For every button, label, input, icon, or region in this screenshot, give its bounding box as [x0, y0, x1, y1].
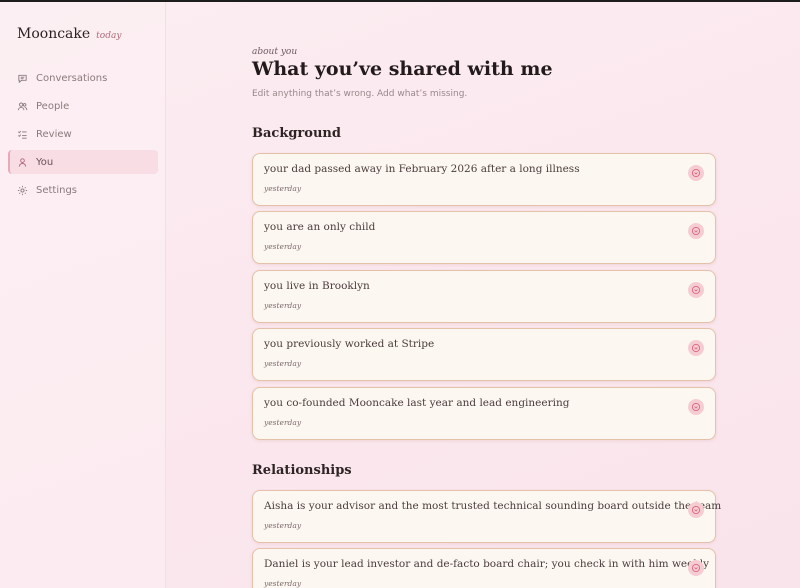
- fact-timestamp: yesterday: [264, 521, 302, 530]
- sidebar-item-label: Settings: [36, 184, 78, 196]
- fact-card[interactable]: you previously worked at Stripe yesterda…: [252, 328, 716, 381]
- fact-text: you are an only child: [264, 221, 376, 233]
- fact-card[interactable]: Daniel is your lead investor and de-fact…: [252, 548, 716, 588]
- brand-name: Mooncake: [17, 26, 91, 42]
- gear-icon: [17, 185, 28, 196]
- remove-icon: [691, 343, 701, 353]
- fact-card[interactable]: Aisha is your advisor and the most trust…: [252, 490, 721, 543]
- sidebar-item-review[interactable]: Review: [8, 122, 158, 146]
- sidebar-item-label: People: [36, 100, 70, 112]
- delete-button[interactable]: [688, 223, 704, 239]
- delete-button[interactable]: [688, 165, 704, 181]
- fact-text: you co-founded Mooncake last year and le…: [264, 397, 570, 409]
- fact-timestamp: yesterday: [264, 418, 302, 427]
- fact-timestamp: yesterday: [264, 184, 302, 193]
- checklist-icon: [17, 129, 28, 140]
- remove-icon: [691, 505, 701, 515]
- fact-timestamp: yesterday: [264, 301, 302, 310]
- sidebar-item-label: Conversations: [36, 72, 108, 84]
- person-icon: [17, 157, 28, 168]
- fact-card[interactable]: you co-founded Mooncake last year and le…: [252, 387, 716, 440]
- page-title: What you’ve shared with me: [252, 58, 553, 80]
- fact-timestamp: yesterday: [264, 359, 302, 368]
- fact-text: you live in Brooklyn: [264, 280, 370, 292]
- sidebar: Mooncake today Conversations People Revi…: [0, 2, 166, 588]
- delete-button[interactable]: [688, 282, 704, 298]
- fact-card[interactable]: your dad passed away in February 2026 af…: [252, 153, 716, 206]
- remove-icon: [691, 402, 701, 412]
- sidebar-item-settings[interactable]: Settings: [8, 178, 158, 202]
- delete-button[interactable]: [688, 340, 704, 356]
- fact-card[interactable]: you are an only child yesterday: [252, 211, 716, 264]
- remove-icon: [691, 285, 701, 295]
- delete-button[interactable]: [688, 399, 704, 415]
- remove-icon: [691, 168, 701, 178]
- chat-icon: [17, 73, 28, 84]
- section-title-relationships: Relationships: [252, 463, 352, 478]
- delete-button[interactable]: [688, 560, 704, 576]
- brand-tag: today: [96, 31, 122, 41]
- people-icon: [17, 101, 28, 112]
- delete-button[interactable]: [688, 502, 704, 518]
- sidebar-item-label: Review: [36, 128, 72, 140]
- brand: Mooncake today: [17, 26, 121, 42]
- sidebar-item-label: You: [36, 156, 54, 168]
- fact-text: your dad passed away in February 2026 af…: [264, 163, 580, 175]
- fact-text: you previously worked at Stripe: [264, 338, 435, 350]
- sidebar-nav: Conversations People Review You Settings: [8, 66, 158, 206]
- page-eyebrow: about you: [252, 47, 298, 57]
- fact-timestamp: yesterday: [264, 242, 302, 251]
- fact-text: Daniel is your lead investor and de-fact…: [264, 558, 710, 570]
- fact-timestamp: yesterday: [264, 579, 302, 588]
- sidebar-item-people[interactable]: People: [8, 94, 158, 118]
- remove-icon: [691, 563, 701, 573]
- sidebar-item-conversations[interactable]: Conversations: [8, 66, 158, 90]
- fact-card[interactable]: you live in Brooklyn yesterday: [252, 270, 716, 323]
- remove-icon: [691, 226, 701, 236]
- fact-text: Aisha is your advisor and the most trust…: [264, 500, 722, 512]
- sidebar-item-you[interactable]: You: [8, 150, 158, 174]
- page-subtitle: Edit anything that’s wrong. Add what’s m…: [252, 89, 468, 99]
- section-title-background: Background: [252, 126, 341, 141]
